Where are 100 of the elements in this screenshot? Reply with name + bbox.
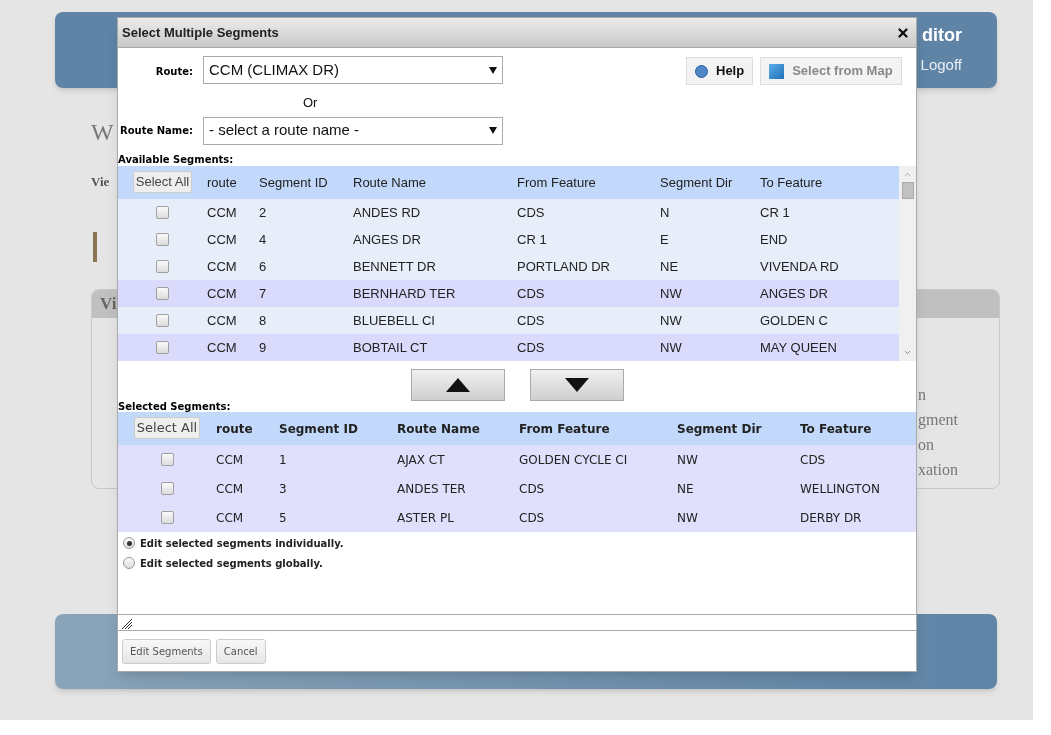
row-checkbox[interactable] [156, 286, 169, 300]
table-cell: 8 [259, 313, 267, 328]
table-cell: 3 [279, 482, 287, 496]
table-row[interactable]: CCM 3 ANDES TER CDS NE WELLINGTON [118, 473, 916, 503]
select-all-button[interactable]: Select All [132, 171, 193, 193]
table-cell: 4 [259, 232, 267, 247]
table-cell: MAY QUEEN [760, 340, 837, 355]
table-cell: DERBY DR [800, 511, 862, 525]
table-cell: CCM [216, 511, 244, 525]
table-row[interactable]: CCM 8 BLUEBELL CI CDS NW GOLDEN C [118, 306, 899, 334]
table-cell: CDS [517, 205, 545, 220]
row-checkbox[interactable] [156, 340, 169, 354]
table-cell: CDS [517, 313, 545, 328]
table-row[interactable]: CCM 4 ANGES DR CR 1 E END [118, 225, 899, 253]
column-header: Segment Dir [677, 422, 762, 436]
table-cell: CR 1 [517, 232, 547, 247]
table-cell: CDS [517, 286, 545, 301]
table-cell: ANDES TER [397, 482, 466, 496]
table-cell: ANGES DR [353, 232, 421, 247]
table-cell: CCM [207, 205, 237, 220]
row-checkbox[interactable] [156, 232, 169, 246]
panel-link[interactable]: gment [918, 406, 999, 432]
column-header: To Feature [760, 175, 823, 190]
table-cell: 5 [279, 511, 287, 525]
table-cell: CCM [207, 340, 237, 355]
table-cell: BENNETT DR [353, 259, 436, 274]
table-cell: 2 [259, 205, 267, 220]
scrollbar[interactable] [899, 165, 916, 361]
help-button[interactable]: Help [686, 57, 754, 85]
table-cell: CCM [207, 259, 237, 274]
table-cell: E [660, 232, 669, 247]
panel-link[interactable]: xation [918, 456, 999, 482]
panel-link[interactable]: on [918, 431, 999, 457]
available-label: Available Segments: [118, 152, 235, 166]
table-cell: NE [677, 482, 694, 496]
table-row[interactable]: CCM 9 BOBTAIL CT CDS NW MAY QUEEN [118, 333, 899, 361]
view-link[interactable]: Vie [91, 172, 110, 192]
row-checkbox[interactable] [160, 510, 174, 524]
table-cell: END [760, 232, 788, 247]
column-header: Route Name [397, 422, 480, 436]
column-header: Route Name [353, 175, 426, 190]
close-icon[interactable] [896, 25, 910, 40]
column-header: To Feature [800, 422, 872, 436]
column-header: Segment Dir [660, 175, 733, 190]
selected-label: Selected Segments: [118, 400, 232, 412]
table-row[interactable]: CCM 6 BENNETT DR PORTLAND DR NE VIVENDA RD [118, 252, 899, 280]
table-row[interactable]: CCM 5 ASTER PL CDS NW DERBY DR [118, 502, 916, 532]
route-name-label: Route Name: [118, 124, 193, 138]
route-select[interactable]: CCM (CLIMAX DR) [203, 56, 503, 84]
table-row[interactable]: CCM 7 BERNHARD TER CDS NW ANGES DR [118, 279, 899, 307]
table-cell: AJAX CT [397, 453, 445, 467]
move-up-button[interactable] [411, 368, 505, 401]
table-cell: NW [660, 340, 682, 355]
table-cell: ANGES DR [760, 286, 828, 301]
dropdown-arrow-icon [489, 66, 497, 74]
column-header: route [216, 422, 253, 436]
table-cell: CR 1 [760, 205, 790, 220]
column-header: Segment ID [259, 175, 328, 190]
table-cell: NW [677, 511, 698, 525]
panel-link[interactable]: n [918, 381, 999, 407]
footer-button[interactable]: Edit Segments [122, 638, 211, 664]
table-cell: WELLINGTON [800, 482, 880, 496]
dropdown-arrow-icon [489, 127, 497, 134]
table-cell: PORTLAND DR [517, 259, 610, 274]
radio-button[interactable] [123, 557, 135, 569]
table-row[interactable]: CCM 1 AJAX CT GOLDEN CYCLE CI NW CDS [118, 444, 916, 474]
section-bar [93, 231, 97, 262]
table-cell: 9 [259, 340, 267, 355]
row-checkbox[interactable] [156, 313, 169, 327]
panel-title: Vi [100, 292, 117, 315]
row-checkbox[interactable] [156, 205, 169, 219]
down-triangle-icon [565, 377, 589, 392]
table-cell: ASTER PL [397, 511, 454, 525]
radio-button[interactable] [123, 537, 135, 549]
table-cell: BERNHARD TER [353, 286, 456, 301]
select-all-button[interactable]: Select All [133, 417, 201, 439]
scroll-thumb[interactable] [901, 181, 914, 199]
row-checkbox[interactable] [160, 481, 174, 495]
radio-label: Edit selected segments globally. [140, 556, 323, 571]
footer-button[interactable]: Cancel [215, 638, 266, 664]
route-name-select[interactable]: - select a route name - [203, 116, 503, 145]
move-down-button[interactable] [530, 368, 624, 401]
row-checkbox[interactable] [156, 259, 169, 273]
table-cell: GOLDEN CYCLE CI [519, 453, 628, 467]
table-cell: 6 [259, 259, 267, 274]
table-row[interactable]: CCM 2 ANDES RD CDS N CR 1 [118, 198, 899, 226]
table-cell: CDS [800, 453, 826, 467]
table-cell: CCM [207, 232, 237, 247]
radio-label: Edit selected segments individually. [140, 536, 344, 551]
column-header: From Feature [519, 422, 610, 436]
row-checkbox[interactable] [160, 452, 174, 466]
table-cell: CDS [519, 511, 545, 525]
table-cell: CDS [517, 340, 545, 355]
table-cell: CCM [216, 453, 244, 467]
table-cell: CDS [519, 482, 545, 496]
column-header: route [207, 175, 237, 190]
resize-grip-icon[interactable] [121, 618, 133, 630]
page-heading: W [91, 118, 114, 147]
column-header: From Feature [517, 175, 596, 190]
table-cell: CCM [207, 286, 237, 301]
